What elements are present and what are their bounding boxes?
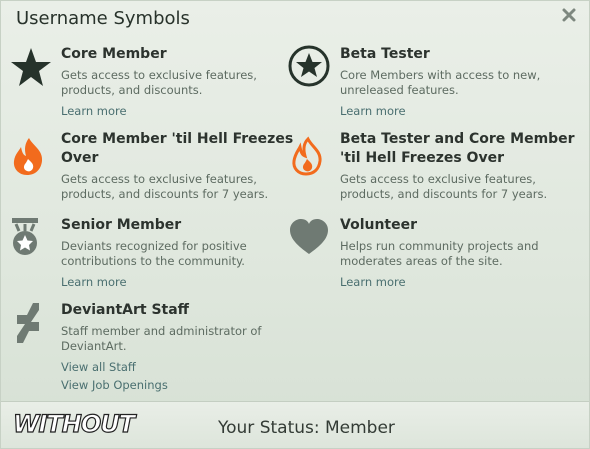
learn-more-link[interactable]: Learn more: [340, 104, 540, 119]
description-line: DeviantArt.: [61, 339, 127, 353]
dialog-footer: WITHOUT Your Status: Member: [1, 401, 589, 448]
entry-beta-tester: Beta Tester Core Members with access to …: [288, 45, 578, 125]
star-icon: [11, 48, 51, 86]
entry-name-line: Over: [61, 150, 99, 166]
entry-senior-member: Senior Member Deviants recognized for po…: [9, 216, 279, 291]
entry-name: Senior Member: [61, 217, 182, 233]
entry-description: Helps run community projects and moderat…: [340, 239, 539, 269]
description-line: Gets access to exclusive features,: [340, 172, 536, 186]
description-line: products, and discounts for 7 years.: [340, 187, 548, 201]
flame-outline-icon: [292, 136, 322, 176]
description-line: unreleased features.: [340, 83, 459, 97]
deviantart-logo-icon: [17, 303, 39, 343]
entry-description: Core Members with access to new, unrelea…: [340, 68, 540, 98]
entry-name-line: Core Member 'til Hell Freezes: [61, 131, 294, 147]
entry-description: Gets access to exclusive features, produ…: [340, 172, 575, 202]
entry-name: Core Member 'til Hell Freezes Over: [61, 130, 293, 168]
description-line: products, and discounts.: [61, 83, 203, 97]
description-line: Helps run community projects and: [340, 239, 539, 253]
learn-more-link[interactable]: Learn more: [340, 275, 539, 290]
brand-logo: WITHOUT: [12, 409, 135, 438]
entry-core-member-hell-freezes-over: Core Member 'til Hell Freezes Over Gets …: [9, 130, 293, 210]
view-job-openings-link[interactable]: View Job Openings: [61, 378, 261, 393]
entry-deviantart-staff: DeviantArt Staff Staff member and admini…: [9, 301, 284, 393]
description-line: products, and discounts for 7 years.: [61, 187, 269, 201]
description-line: Gets access to exclusive features,: [61, 68, 257, 82]
flame-icon: [13, 138, 43, 175]
learn-more-link[interactable]: Learn more: [61, 104, 257, 119]
medal-icon: [12, 218, 38, 255]
circled-star-icon: [288, 45, 330, 87]
entry-name: Volunteer: [340, 217, 418, 233]
learn-more-link[interactable]: Learn more: [61, 275, 247, 290]
entry-name: Beta Tester: [340, 46, 430, 62]
entry-beta-core-hell-freezes-over: Beta Tester and Core Member 'til Hell Fr…: [288, 130, 583, 210]
entry-name-line: Beta Tester and Core Member: [340, 131, 575, 147]
heart-icon: [290, 219, 328, 254]
entry-name-line: 'til Hell Freezes Over: [340, 150, 504, 166]
view-all-staff-link[interactable]: View all Staff: [61, 360, 261, 375]
description-line: Deviants recognized for positive: [61, 239, 247, 253]
description-line: moderates areas of the site.: [340, 254, 503, 268]
description-line: Gets access to exclusive features,: [61, 172, 257, 186]
entry-description: Gets access to exclusive features, produ…: [61, 172, 293, 202]
entry-description: Deviants recognized for positive contrib…: [61, 239, 247, 269]
description-line: Core Members with access to new,: [340, 68, 541, 82]
entry-name: Core Member: [61, 46, 167, 62]
entry-volunteer: Volunteer Helps run community projects a…: [288, 216, 578, 291]
status-text: Your Status: Member: [218, 418, 395, 438]
description-line: Staff member and administrator of: [61, 324, 262, 338]
description-line: contributions to the community.: [61, 254, 245, 268]
entry-core-member: Core Member Gets access to exclusive fea…: [9, 45, 279, 125]
entry-description: Gets access to exclusive features, produ…: [61, 68, 257, 98]
entry-description: Staff member and administrator of Devian…: [61, 324, 261, 354]
entry-name: DeviantArt Staff: [61, 302, 190, 318]
entry-name: Beta Tester and Core Member 'til Hell Fr…: [340, 130, 575, 168]
dialog-title: Username Symbols: [16, 8, 190, 29]
close-icon[interactable]: [561, 7, 577, 23]
username-symbols-dialog: Username Symbols Core Member Gets access…: [0, 0, 590, 449]
